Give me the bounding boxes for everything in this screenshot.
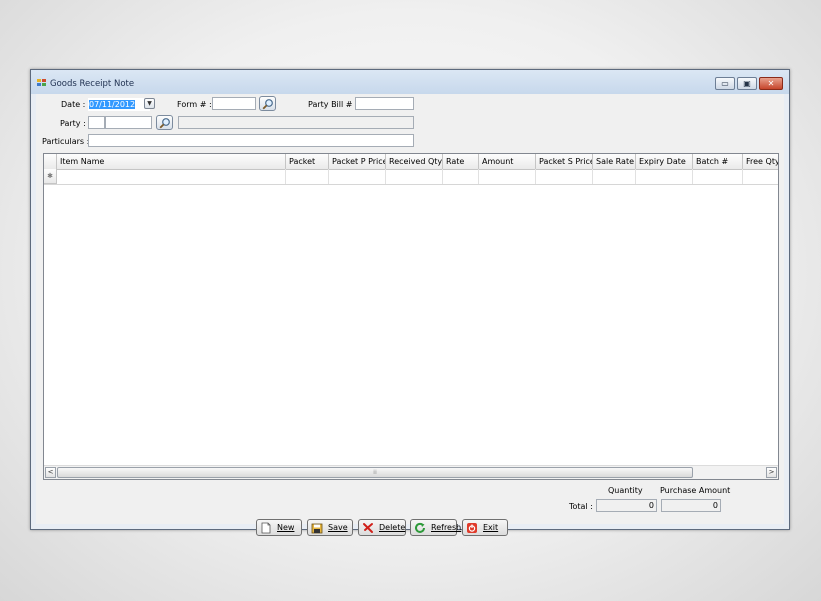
form-search-button[interactable] <box>259 96 276 111</box>
goods-receipt-window: Goods Receipt Note ▭ ▣ ✕ Date : 07/11/20… <box>30 69 790 536</box>
grid-header: Item Name Packet Packet P Price Received… <box>44 154 778 170</box>
title-bar[interactable]: Goods Receipt Note ▭ ▣ ✕ <box>31 70 789 94</box>
party-search-button[interactable] <box>156 115 173 130</box>
total-quantity-field: 0 <box>596 499 657 512</box>
form-body: Date : 07/11/2012 ▼ Form # : Party Bill … <box>36 94 784 536</box>
party-name-field <box>178 116 414 129</box>
new-row[interactable] <box>44 169 778 185</box>
new-row-marker-icon[interactable]: ✱ <box>44 169 57 184</box>
total-label: Total : <box>569 502 593 511</box>
close-button[interactable]: ✕ <box>759 77 783 90</box>
minimize-icon: ▭ <box>721 78 729 88</box>
cell-sale-rate[interactable] <box>593 169 636 184</box>
party-id-input[interactable] <box>105 116 152 129</box>
scroll-left-button[interactable]: < <box>45 467 56 478</box>
scroll-thumb[interactable]: ⁞⁞ <box>57 467 693 478</box>
col-packet-p-price[interactable]: Packet P Price <box>329 154 386 169</box>
particulars-input[interactable] <box>88 134 414 147</box>
col-item-name[interactable]: Item Name <box>57 154 286 169</box>
cell-packet[interactable] <box>286 169 329 184</box>
save-button[interactable]: Save <box>307 519 353 536</box>
purchase-amount-header: Purchase Amount <box>660 486 731 495</box>
cell-packet-p-price[interactable] <box>329 169 386 184</box>
particulars-label: Particulars : <box>42 137 90 146</box>
scroll-right-button[interactable]: > <box>766 467 777 478</box>
cell-free-qty[interactable] <box>743 169 778 184</box>
refresh-icon <box>414 522 426 534</box>
party-bill-label: Party Bill # : <box>308 100 358 109</box>
magnifier-icon <box>159 118 170 129</box>
date-dropdown-button[interactable]: ▼ <box>144 98 155 109</box>
party-label: Party : <box>60 119 86 128</box>
cell-item-name[interactable] <box>57 169 286 184</box>
delete-button-label: Delete <box>379 523 406 532</box>
items-grid[interactable]: Item Name Packet Packet P Price Received… <box>43 153 779 480</box>
quantity-header: Quantity <box>608 486 643 495</box>
exit-button-label: Exit <box>483 523 499 532</box>
horizontal-scrollbar[interactable]: < ⁞⁞ > <box>44 465 778 479</box>
col-packet[interactable]: Packet <box>286 154 329 169</box>
grid-corner <box>44 154 57 169</box>
minimize-button[interactable]: ▭ <box>715 77 735 90</box>
magnifier-icon <box>262 99 273 110</box>
cell-expiry-date[interactable] <box>636 169 693 184</box>
col-packet-s-price[interactable]: Packet S Price <box>536 154 593 169</box>
col-amount[interactable]: Amount <box>479 154 536 169</box>
exit-button[interactable]: Exit <box>462 519 508 536</box>
exit-icon <box>466 522 478 534</box>
col-free-qty[interactable]: Free Qty <box>743 154 778 169</box>
col-sale-rate[interactable]: Sale Rate <box>593 154 636 169</box>
app-icon <box>37 79 46 86</box>
save-button-label: Save <box>328 523 348 532</box>
cell-rate[interactable] <box>443 169 479 184</box>
chevron-down-icon: ▼ <box>147 100 152 107</box>
delete-button[interactable]: Delete <box>358 519 406 536</box>
close-icon: ✕ <box>767 78 775 88</box>
form-no-input[interactable] <box>212 97 256 110</box>
party-bill-input[interactable] <box>355 97 414 110</box>
new-button-label: New <box>277 523 295 532</box>
col-batch-no[interactable]: Batch # <box>693 154 743 169</box>
date-label: Date : <box>61 100 86 109</box>
maximize-icon: ▣ <box>743 78 751 88</box>
save-icon <box>311 522 323 534</box>
date-value: 07/11/2012 <box>89 100 136 109</box>
maximize-button[interactable]: ▣ <box>737 77 757 90</box>
form-no-label: Form # : <box>177 100 212 109</box>
date-picker[interactable]: 07/11/2012 <box>88 98 150 111</box>
new-document-icon <box>260 522 272 534</box>
cell-received-qty[interactable] <box>386 169 443 184</box>
total-purchase-amount-field: 0 <box>661 499 721 512</box>
col-received-qty[interactable]: Received Qty <box>386 154 443 169</box>
cell-amount[interactable] <box>479 169 536 184</box>
delete-icon <box>362 522 374 534</box>
col-rate[interactable]: Rate <box>443 154 479 169</box>
refresh-button[interactable]: Refresh <box>410 519 461 536</box>
col-expiry-date[interactable]: Expiry Date <box>636 154 693 169</box>
cell-packet-s-price[interactable] <box>536 169 593 184</box>
window-title: Goods Receipt Note <box>50 79 135 89</box>
party-code-input[interactable] <box>88 116 105 129</box>
cell-batch-no[interactable] <box>693 169 743 184</box>
new-button[interactable]: New <box>256 519 302 536</box>
refresh-button-label: Refresh <box>431 523 462 532</box>
